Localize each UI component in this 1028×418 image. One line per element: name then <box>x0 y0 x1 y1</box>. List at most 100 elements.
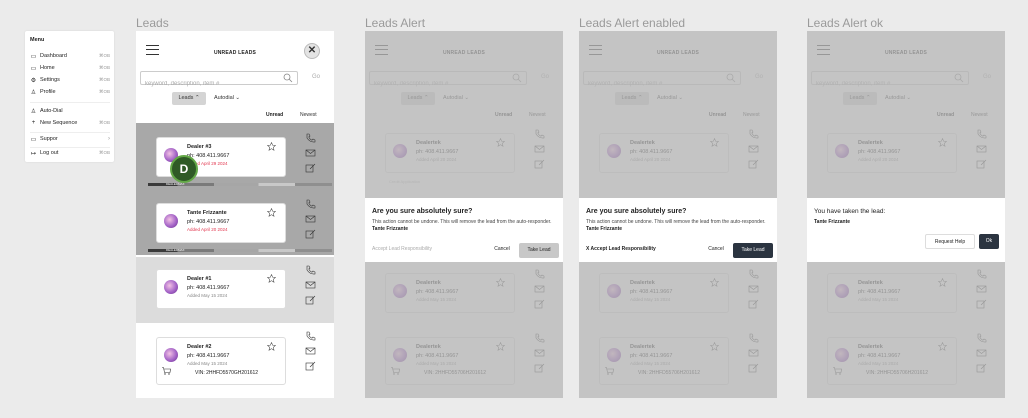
star-icon[interactable] <box>938 138 947 147</box>
phone-icon[interactable] <box>976 333 987 343</box>
mail-icon[interactable] <box>534 144 545 154</box>
go-button[interactable]: Go <box>312 74 320 80</box>
lead-card[interactable]: Dealertek ph: 408.411.9667 Added April 2… <box>599 133 729 173</box>
lead-card[interactable]: Dealertek ph: 408.411.9667 Added May 15 … <box>385 337 515 385</box>
star-icon[interactable] <box>496 138 505 147</box>
request-help-button[interactable]: Request Help <box>925 234 975 249</box>
menu-item-home[interactable]: ▭ Home ⌘OB <box>30 65 110 74</box>
star-icon[interactable] <box>267 142 276 151</box>
search-field[interactable] <box>369 71 527 90</box>
menu-item-support[interactable]: ▭ Suppor › <box>30 136 110 145</box>
search-field[interactable] <box>583 71 741 90</box>
mail-icon[interactable] <box>748 144 759 154</box>
lead-card[interactable]: Dealertek ph: 408.411.9667 Added May 15 … <box>827 337 957 385</box>
mail-icon[interactable] <box>305 214 316 224</box>
ok-button[interactable]: Ok <box>979 234 999 249</box>
mail-icon[interactable] <box>976 348 987 358</box>
sort-unread[interactable]: Unread <box>709 112 726 118</box>
sort-newest[interactable]: Newest <box>971 112 988 118</box>
sort-newest[interactable]: Newest <box>300 112 317 118</box>
mail-icon[interactable] <box>976 144 987 154</box>
mail-icon[interactable] <box>534 348 545 358</box>
autodial-filter[interactable]: Autodial ⌄ <box>443 92 469 105</box>
phone-icon[interactable] <box>748 129 759 139</box>
autodial-filter[interactable]: Autodial ⌄ <box>885 92 911 105</box>
lead-card[interactable]: Dealertek ph: 408.411.9667 Added May 15 … <box>599 273 729 313</box>
edit-icon[interactable] <box>305 163 316 173</box>
close-button[interactable]: ✕ <box>304 43 320 59</box>
sort-unread[interactable]: Unread <box>937 112 954 118</box>
go-button[interactable]: Go <box>983 74 991 80</box>
leads-filter[interactable]: Leads ⌃ <box>172 92 206 105</box>
phone-icon[interactable] <box>305 199 316 209</box>
search-input[interactable] <box>812 78 952 90</box>
star-icon[interactable] <box>267 342 276 351</box>
edit-icon[interactable] <box>534 363 545 373</box>
mail-icon[interactable] <box>305 148 316 158</box>
star-icon[interactable] <box>938 342 947 351</box>
search-input[interactable] <box>141 78 281 90</box>
edit-icon[interactable] <box>748 299 759 309</box>
menu-item-new-sequence[interactable]: + New Sequence ⌘OB <box>30 120 110 129</box>
edit-icon[interactable] <box>976 299 987 309</box>
menu-item-auto-dial[interactable]: ♙ Auto-Dial <box>30 108 110 117</box>
search-field[interactable] <box>140 71 298 90</box>
lead-card[interactable]: Dealer #1 ph: 408.411.9667 Added May 15 … <box>156 269 286 309</box>
phone-icon[interactable] <box>534 129 545 139</box>
lead-card[interactable]: Dealertek ph: 408.411.9667 Added May 15 … <box>827 273 957 313</box>
menu-item-settings[interactable]: ⚙ Settings ⌘OB <box>30 77 110 86</box>
mail-icon[interactable] <box>976 284 987 294</box>
sort-newest[interactable]: Newest <box>529 112 546 118</box>
star-icon[interactable] <box>496 342 505 351</box>
star-icon[interactable] <box>710 138 719 147</box>
star-icon[interactable] <box>267 274 276 283</box>
menu-item-dashboard[interactable]: ▭ Dashboard ⌘OB <box>30 53 110 62</box>
star-icon[interactable] <box>938 278 947 287</box>
take-lead-button[interactable]: Take Lead <box>519 243 559 258</box>
lead-card[interactable]: Dealertek ph: 408.411.9667 Added May 15 … <box>599 337 729 385</box>
phone-icon[interactable] <box>534 269 545 279</box>
star-icon[interactable] <box>496 278 505 287</box>
phone-icon[interactable] <box>976 129 987 139</box>
leads-filter[interactable]: Leads ⌃ <box>401 92 435 105</box>
edit-icon[interactable] <box>976 159 987 169</box>
edit-icon[interactable] <box>534 159 545 169</box>
lead-card[interactable]: Tante Frizzante ph: 408.411.9667 Added A… <box>156 203 286 243</box>
sort-unread[interactable]: Unread <box>266 112 283 118</box>
edit-icon[interactable] <box>748 363 759 373</box>
lead-card[interactable]: Dealer #2 ph: 408.411.9667 Added May 15 … <box>156 337 286 385</box>
edit-icon[interactable] <box>976 363 987 373</box>
leads-filter[interactable]: Leads ⌃ <box>615 92 649 105</box>
phone-icon[interactable] <box>305 265 316 275</box>
edit-icon[interactable] <box>305 229 316 239</box>
phone-icon[interactable] <box>748 333 759 343</box>
mail-icon[interactable] <box>305 346 316 356</box>
accept-responsibility-checkbox[interactable]: X Accept Lead Responsibility <box>586 246 656 252</box>
lead-card[interactable]: Dealertek ph: 408.411.9667 Added April 2… <box>385 133 515 173</box>
phone-icon[interactable] <box>305 133 316 143</box>
sort-unread[interactable]: Unread <box>495 112 512 118</box>
lead-card[interactable]: Dealertek ph: 408.411.9667 Added April 2… <box>827 133 957 173</box>
search-input[interactable] <box>370 78 510 90</box>
go-button[interactable]: Go <box>755 74 763 80</box>
menu-item-profile[interactable]: ♙ Profile ⌘OB <box>30 89 110 98</box>
star-icon[interactable] <box>267 208 276 217</box>
accept-responsibility-checkbox[interactable]: Accept Lead Responsibility <box>372 246 432 252</box>
phone-icon[interactable] <box>305 331 316 341</box>
star-icon[interactable] <box>710 342 719 351</box>
edit-icon[interactable] <box>305 361 316 371</box>
sort-newest[interactable]: Newest <box>743 112 760 118</box>
edit-icon[interactable] <box>748 159 759 169</box>
search-field[interactable] <box>811 71 969 90</box>
mail-icon[interactable] <box>534 284 545 294</box>
phone-icon[interactable] <box>748 269 759 279</box>
mail-icon[interactable] <box>748 348 759 358</box>
avatar-badge[interactable]: D <box>170 155 198 183</box>
phone-icon[interactable] <box>976 269 987 279</box>
go-button[interactable]: Go <box>541 74 549 80</box>
lead-card[interactable]: Dealertek ph: 408.411.9667 Added May 15 … <box>385 273 515 313</box>
search-input[interactable] <box>584 78 724 90</box>
edit-icon[interactable] <box>305 295 316 305</box>
edit-icon[interactable] <box>534 299 545 309</box>
take-lead-button[interactable]: Take Lead <box>733 243 773 258</box>
